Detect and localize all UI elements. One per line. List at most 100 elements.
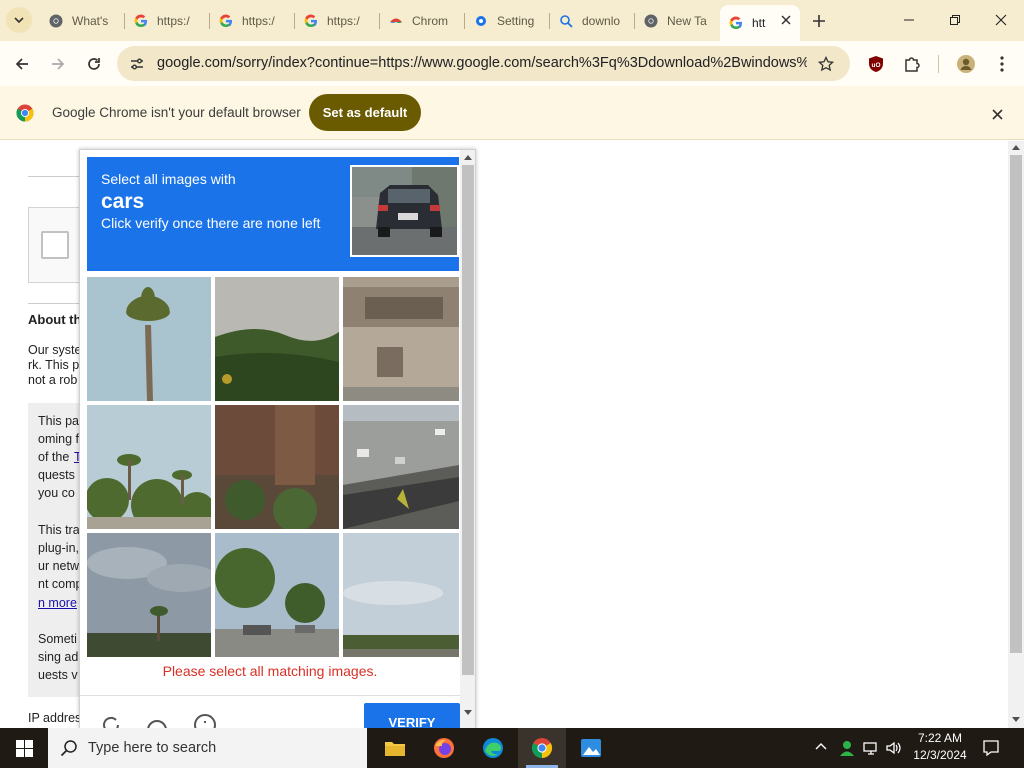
settings-gear-icon (473, 13, 489, 29)
challenge-scrollbar[interactable] (460, 150, 475, 728)
tab-6[interactable]: Setting (465, 7, 550, 34)
scroll-up-arrow[interactable] (1012, 145, 1020, 150)
brick-wall-image (215, 405, 339, 529)
page-scrollbar[interactable] (1008, 141, 1024, 728)
windows-logo-icon (15, 739, 33, 757)
tab-9[interactable]: htt (720, 5, 800, 41)
tab-5[interactable]: Chrom (380, 7, 465, 34)
close-window-button[interactable] (978, 0, 1024, 40)
scroll-down-arrow[interactable] (464, 710, 472, 715)
network-icon[interactable] (862, 739, 880, 757)
tab-8[interactable]: New Ta (635, 7, 720, 34)
prompt-line2: Click verify once there are none left (101, 215, 321, 231)
audio-challenge-button[interactable] (144, 712, 170, 728)
default-browser-infobar: Google Chrome isn't your default browser… (0, 86, 1024, 140)
captcha-tile-3[interactable] (343, 277, 467, 401)
volume-icon[interactable] (885, 739, 903, 757)
notification-icon (983, 740, 999, 757)
new-tab-button[interactable] (806, 8, 832, 34)
url-text[interactable]: google.com/sorry/index?continue=https://… (157, 55, 807, 71)
captcha-tile-2[interactable] (215, 277, 339, 401)
captcha-tile-6[interactable] (343, 405, 467, 529)
recaptcha-checkbox[interactable] (41, 231, 69, 259)
chrome-icon (531, 738, 553, 759)
scroll-down-arrow[interactable] (1012, 717, 1020, 722)
captcha-tile-1[interactable] (87, 277, 211, 401)
tab-label: What's (72, 13, 109, 28)
help-button[interactable] (192, 712, 218, 728)
tab-4[interactable]: https:/ (295, 7, 380, 34)
about-heading: About th (28, 312, 82, 327)
storefront-image (343, 277, 459, 401)
reload-icon (88, 58, 100, 70)
site-info-button[interactable] (125, 52, 149, 76)
palm-trees-image (87, 405, 211, 529)
reload-button[interactable] (79, 49, 109, 79)
ublock-extension-button[interactable]: uO (861, 49, 891, 79)
close-infobar-button[interactable] (986, 103, 1008, 125)
tab-1[interactable]: What's (40, 7, 125, 34)
edge-taskbar-button[interactable] (469, 728, 517, 768)
captcha-tile-4[interactable] (87, 405, 211, 529)
scroll-thumb[interactable] (1010, 155, 1022, 653)
close-tab-icon[interactable] (780, 14, 794, 28)
tab-label: New Ta (667, 13, 707, 28)
cloudy-sky-image (87, 533, 211, 657)
page-text-line: nt comp (38, 577, 83, 591)
set-as-default-button[interactable]: Set as default (309, 94, 421, 131)
captcha-tile-8[interactable] (215, 533, 339, 657)
firefox-taskbar-button[interactable] (420, 728, 468, 768)
captcha-tile-7[interactable] (87, 533, 211, 657)
google-icon (303, 13, 319, 29)
tab-label: Chrom (412, 13, 449, 28)
minimize-button[interactable] (886, 0, 932, 40)
profile-button[interactable] (951, 49, 981, 79)
learn-more-link[interactable]: n more (38, 594, 77, 612)
captcha-tile-5[interactable] (215, 405, 339, 529)
tab-3[interactable]: https:/ (210, 7, 295, 34)
restore-button[interactable] (932, 0, 978, 40)
taskbar-search-box[interactable]: Type here to search (48, 728, 367, 768)
tune-icon (131, 58, 143, 70)
headphones-icon (147, 720, 167, 728)
reload-challenge-button[interactable] (98, 712, 124, 728)
chrome-menu-button[interactable] (987, 49, 1017, 79)
google-icon (218, 13, 234, 29)
ublock-shield-icon: uO (869, 56, 883, 72)
chrome-web-store-icon (388, 13, 404, 29)
tab-search-dropdown-button[interactable] (6, 7, 32, 33)
show-hidden-icons-button[interactable] (814, 740, 830, 756)
close-icon (991, 108, 1003, 120)
forward-button[interactable] (43, 49, 73, 79)
captcha-tile-9[interactable] (343, 533, 467, 657)
scroll-thumb[interactable] (462, 165, 474, 675)
avatar-icon (957, 55, 975, 73)
page-text-line: oming f (38, 432, 79, 446)
minimize-icon (904, 19, 914, 21)
tab-2[interactable]: https:/ (125, 7, 210, 34)
challenge-header: Select all images with cars Click verify… (87, 157, 459, 271)
chrome-taskbar-button[interactable] (518, 728, 566, 768)
back-button[interactable] (7, 49, 37, 79)
notifications-button[interactable] (982, 739, 1002, 757)
extensions-button[interactable] (897, 49, 927, 79)
page-text-line: Someti (38, 632, 77, 646)
address-bar[interactable]: google.com/sorry/index?continue=https://… (117, 46, 850, 81)
clock[interactable]: 7:22 AM 12/3/2024 (906, 730, 974, 766)
start-button[interactable] (0, 728, 48, 768)
tab-label: Setting (497, 13, 535, 28)
file-explorer-taskbar-button[interactable] (371, 728, 419, 768)
onedrive-user-icon[interactable] (838, 739, 856, 757)
target-object: cars (101, 190, 145, 213)
tab-7[interactable]: downlo (550, 7, 635, 34)
scroll-up-arrow[interactable] (464, 155, 472, 160)
chevron-up-icon (815, 743, 827, 750)
search-icon (60, 740, 77, 757)
photos-taskbar-button[interactable] (567, 728, 615, 768)
tab-label: downlo (582, 13, 621, 28)
bookmark-star-button[interactable] (814, 52, 838, 76)
chrome-icon (48, 13, 64, 29)
error-message: Please select all matching images. (162, 663, 378, 679)
footer-divider (80, 695, 460, 696)
verify-button[interactable]: VERIFY (364, 703, 460, 728)
